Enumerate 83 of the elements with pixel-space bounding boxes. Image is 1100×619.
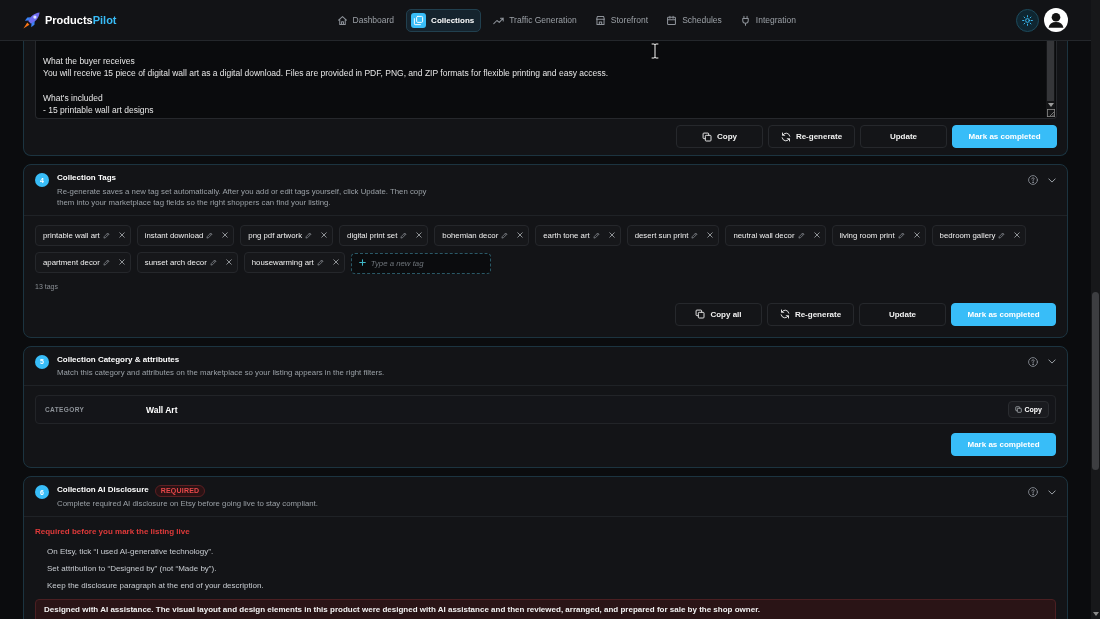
close-icon[interactable] bbox=[813, 232, 820, 239]
step-text: Keep the disclosure paragraph at the end of your description. bbox=[47, 580, 264, 591]
scroll-down-arrow-icon[interactable] bbox=[1092, 612, 1099, 616]
section-title: Collection Tags bbox=[57, 173, 116, 184]
close-icon[interactable] bbox=[517, 232, 524, 239]
pencil-icon[interactable] bbox=[797, 232, 805, 239]
pencil-icon[interactable] bbox=[206, 232, 214, 239]
pencil-icon[interactable] bbox=[691, 232, 699, 239]
close-icon[interactable] bbox=[913, 232, 920, 239]
copy-button[interactable]: Copy bbox=[676, 125, 763, 149]
step-text: Set attribution to “Designed by” (not “Made by”). bbox=[47, 563, 217, 574]
scrollbar-thumb[interactable] bbox=[1092, 292, 1099, 470]
nav-item[interactable]: Traffic Generation bbox=[487, 8, 583, 32]
close-icon[interactable] bbox=[416, 232, 423, 239]
text-line: What the buyer receives bbox=[43, 55, 136, 68]
theme-toggle-button[interactable] bbox=[1016, 8, 1039, 32]
pencil-icon[interactable] bbox=[316, 259, 324, 266]
plus-icon bbox=[358, 259, 366, 266]
pencil-icon[interactable] bbox=[998, 232, 1006, 239]
pencil-icon[interactable] bbox=[305, 232, 313, 239]
pencil-icon[interactable] bbox=[400, 232, 408, 239]
copy-icon bbox=[695, 309, 706, 320]
calendar-icon bbox=[666, 14, 678, 26]
disclosure-paragraph: Designed with AI assistance. The visual layout and design elements in this product were designed with AI assistance and then reviewed, arranged, and prepared for sale by the shop owner. bbox=[35, 599, 1056, 619]
close-icon[interactable] bbox=[118, 259, 125, 266]
copy-icon bbox=[702, 132, 712, 142]
nav-item[interactable]: Dashboard bbox=[330, 8, 401, 32]
nav-item[interactable]: Schedules bbox=[660, 8, 728, 32]
section-title: Collection Category & attributes bbox=[57, 355, 180, 366]
chevron-down-icon[interactable] bbox=[1048, 359, 1056, 365]
page-scrollbar[interactable] bbox=[1091, 0, 1100, 619]
text-line: What's included bbox=[43, 91, 104, 105]
chevron-down-icon[interactable] bbox=[1048, 490, 1056, 495]
section-title: Collection AI Disclosure bbox=[57, 485, 149, 496]
help-icon[interactable] bbox=[1028, 175, 1038, 186]
step-text: On Etsy, tick “I used AI-generative technology”. bbox=[47, 546, 214, 557]
scrollbar-thumb[interactable] bbox=[1047, 41, 1054, 102]
refresh-icon bbox=[780, 132, 791, 142]
text-line: - 15 printable wall art designs bbox=[43, 104, 155, 117]
brand-name: ProductsPilot bbox=[45, 14, 117, 26]
close-icon[interactable] bbox=[332, 259, 339, 266]
alert-heading: Required before you mark the listing live bbox=[35, 526, 191, 537]
pencil-icon[interactable] bbox=[102, 232, 110, 239]
refresh-icon bbox=[779, 309, 790, 320]
rocket-logo-icon[interactable] bbox=[22, 10, 41, 30]
pencil-icon[interactable] bbox=[501, 232, 509, 239]
text-line: You will receive 15 piece of digital wall art as a digital download. Files are provided in PDF, PNG, and ZIP formats for flexible printing and easy access. bbox=[43, 67, 610, 80]
help-icon[interactable] bbox=[1028, 357, 1038, 367]
attribute-value: Wall Art bbox=[146, 405, 179, 415]
close-icon[interactable] bbox=[222, 232, 229, 239]
nav-item[interactable]: Storefront bbox=[588, 8, 655, 32]
copy-button[interactable]: Copy all bbox=[675, 303, 762, 326]
regenerate-button[interactable]: Re-generate bbox=[767, 303, 854, 326]
pencil-icon[interactable] bbox=[592, 232, 600, 239]
close-icon[interactable] bbox=[707, 232, 714, 239]
user-avatar[interactable] bbox=[1044, 8, 1068, 32]
trend-up-icon bbox=[493, 14, 505, 26]
plug-icon bbox=[739, 14, 751, 26]
help-icon[interactable] bbox=[1028, 487, 1038, 498]
scroll-down-arrow-icon[interactable] bbox=[1047, 103, 1054, 108]
home-icon bbox=[336, 14, 348, 26]
layers-icon bbox=[411, 12, 427, 28]
pencil-icon[interactable] bbox=[209, 259, 217, 266]
pencil-icon[interactable] bbox=[102, 259, 110, 266]
regenerate-button[interactable]: Re-generate bbox=[768, 125, 855, 149]
update-button[interactable]: Update bbox=[860, 125, 947, 149]
close-icon[interactable] bbox=[321, 232, 328, 239]
pencil-icon[interactable] bbox=[897, 232, 905, 239]
nav-item[interactable]: Collections bbox=[406, 8, 482, 32]
close-icon[interactable] bbox=[608, 232, 615, 239]
close-icon[interactable] bbox=[118, 232, 125, 239]
store-icon bbox=[594, 14, 606, 26]
description-field[interactable] bbox=[35, 41, 1057, 120]
sun-icon bbox=[1022, 14, 1033, 26]
nav-item[interactable]: Integration bbox=[733, 8, 802, 32]
textarea-scrollbar[interactable] bbox=[1046, 41, 1055, 118]
text-cursor-icon bbox=[650, 43, 660, 59]
close-icon[interactable] bbox=[1014, 232, 1021, 239]
chevron-down-icon[interactable] bbox=[1048, 178, 1056, 183]
copy-icon bbox=[1014, 406, 1022, 414]
resize-handle-icon[interactable] bbox=[1046, 109, 1055, 118]
close-icon[interactable] bbox=[225, 259, 232, 266]
update-button[interactable]: Update bbox=[859, 303, 946, 326]
